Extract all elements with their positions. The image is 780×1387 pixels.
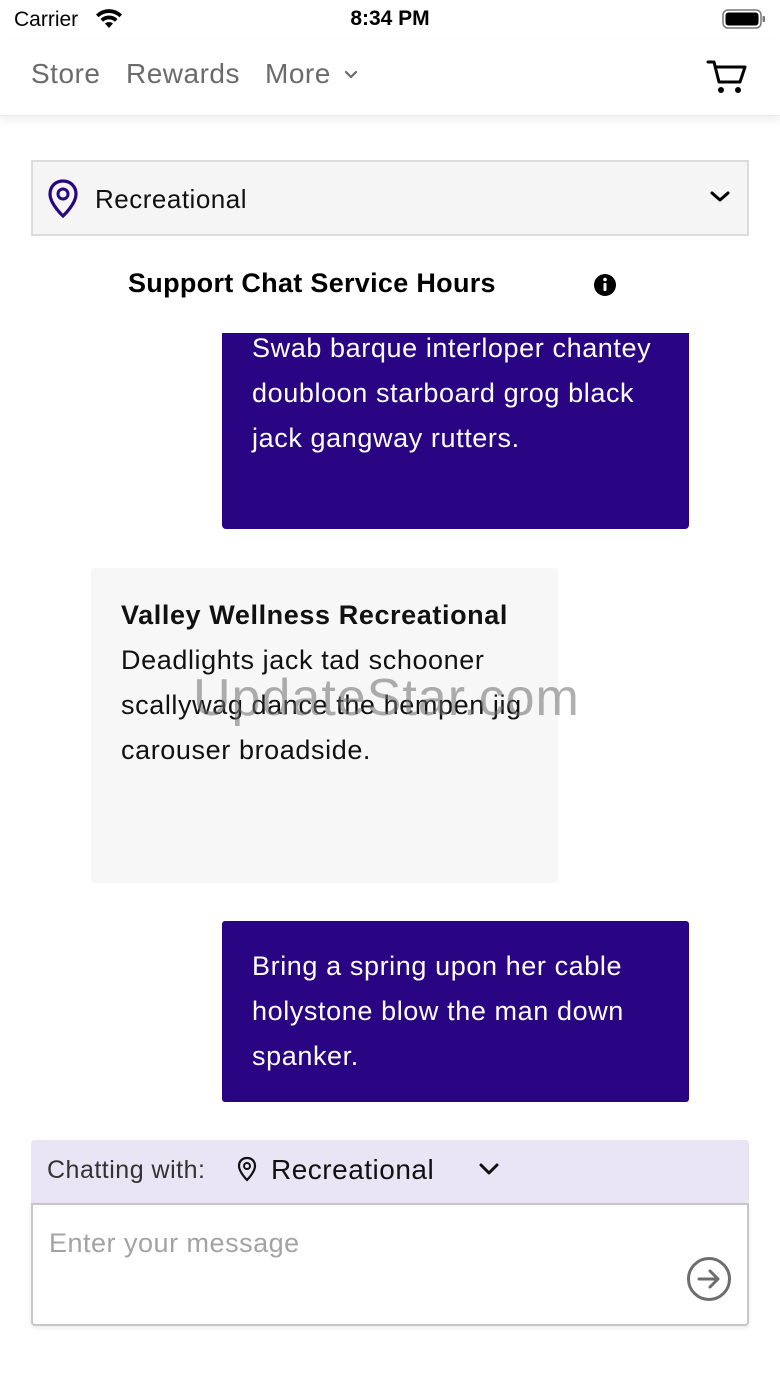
chatting-with-label: Chatting with:	[47, 1156, 206, 1184]
location-select[interactable]: Recreational	[31, 160, 749, 236]
top-navigation: Store Rewards More	[0, 40, 780, 116]
send-button[interactable]	[686, 1256, 732, 1302]
nav-more-menu[interactable]: More	[265, 58, 331, 90]
message-text: Swab barque interloper chantey doubloon …	[252, 333, 652, 453]
nav-store-link[interactable]: Store	[31, 58, 100, 90]
cart-icon[interactable]	[706, 58, 748, 96]
message-composer	[31, 1203, 749, 1326]
message-input[interactable]	[49, 1223, 669, 1263]
nav-rewards-link[interactable]: Rewards	[126, 58, 240, 90]
map-pin-icon	[48, 179, 78, 219]
outgoing-message: Swab barque interloper chantey doubloon …	[222, 333, 689, 529]
info-icon[interactable]	[593, 273, 617, 297]
chevron-down-icon[interactable]	[478, 1162, 500, 1178]
outgoing-message: Bring a spring upon her cable holystone …	[222, 921, 689, 1102]
service-hours-title: Support Chat Service Hours	[128, 268, 496, 298]
watermark: UpdateStar.com	[193, 669, 580, 727]
status-bar: Carrier 8:34 PM	[0, 0, 780, 40]
message-sender: Valley Wellness Recreational	[121, 600, 508, 630]
status-time: 8:34 PM	[350, 7, 430, 30]
chatting-with-value[interactable]: Recreational	[271, 1154, 434, 1186]
map-pin-icon	[237, 1156, 257, 1182]
message-text: Bring a spring upon her cable holystone …	[252, 951, 624, 1071]
chevron-down-icon	[710, 191, 730, 202]
chevron-down-icon[interactable]	[344, 70, 358, 80]
battery-icon	[722, 9, 765, 29]
chatting-with-bar[interactable]: Chatting with: Recreational	[31, 1140, 749, 1204]
chat-message-list[interactable]: Swab barque interloper chantey doubloon …	[0, 333, 780, 1123]
location-select-value: Recreational	[95, 184, 247, 214]
